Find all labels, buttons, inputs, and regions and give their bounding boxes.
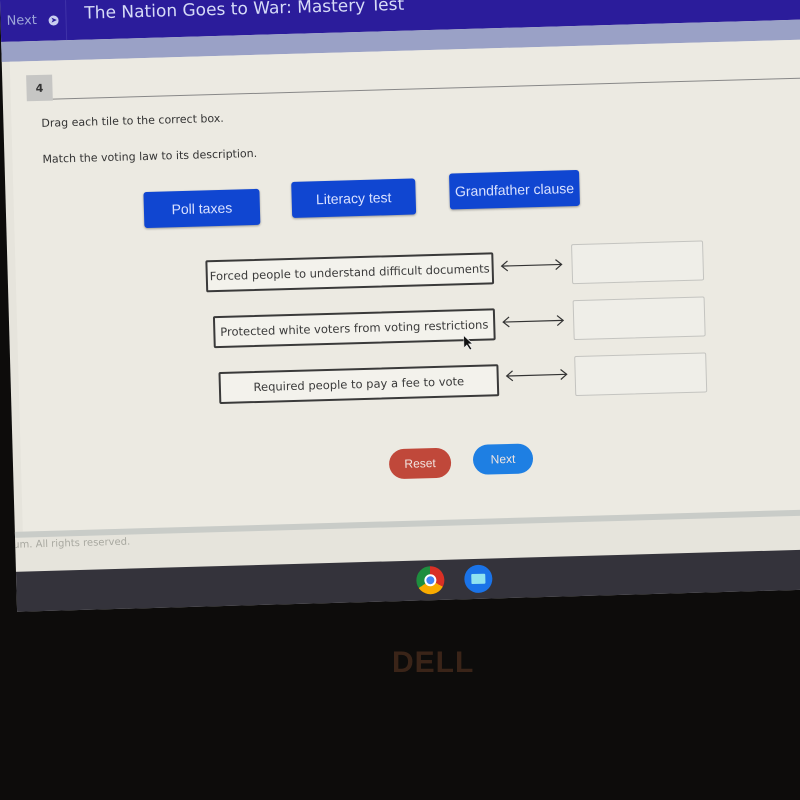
description-row-3: Required people to pay a fee to vote: [218, 364, 500, 405]
drop-box-3[interactable]: [574, 352, 708, 397]
double-arrow-icon: [505, 369, 568, 382]
description-row-1: Forced people to understand difficult do…: [205, 252, 495, 293]
tile-literacy-test[interactable]: Literacy test: [291, 178, 417, 218]
os-shelf: [0, 548, 800, 612]
question-panel: 4 Drag each tile to the correct box. Mat…: [9, 38, 800, 532]
reset-button[interactable]: Reset: [388, 447, 452, 480]
description-row-2: Protected white voters from voting restr…: [212, 308, 496, 349]
instruction-text: Drag each tile to the correct box.: [41, 111, 224, 130]
dell-logo: DELL: [392, 646, 475, 679]
arrow-circle-right-icon: ➤: [48, 14, 60, 26]
tile-grandfather-clause[interactable]: Grandfather clause: [449, 169, 580, 210]
question-number: 4: [26, 74, 53, 102]
drop-box-1[interactable]: [571, 240, 705, 285]
copyright-text: um. All rights reserved.: [13, 536, 131, 551]
header-divider: [65, 0, 68, 41]
tile-poll-taxes[interactable]: Poll taxes: [143, 188, 261, 229]
prompt-text: Match the voting law to its description.: [42, 146, 258, 166]
question-divider: [52, 76, 800, 100]
page-title: The Nation Goes to War: Mastery Test: [84, 0, 405, 24]
folder-icon[interactable]: [463, 564, 493, 594]
double-arrow-icon: [500, 259, 563, 272]
laptop-screen: Next ➤ The Nation Goes to War: Mastery T…: [0, 0, 800, 612]
chrome-icon[interactable]: [415, 565, 445, 595]
mouse-cursor-icon: [463, 334, 474, 351]
drop-box-2[interactable]: [572, 296, 706, 341]
header-next-button[interactable]: Next ➤: [6, 12, 60, 29]
header-next-label: Next: [6, 12, 38, 29]
double-arrow-icon: [502, 315, 565, 328]
next-button[interactable]: Next: [472, 443, 534, 475]
